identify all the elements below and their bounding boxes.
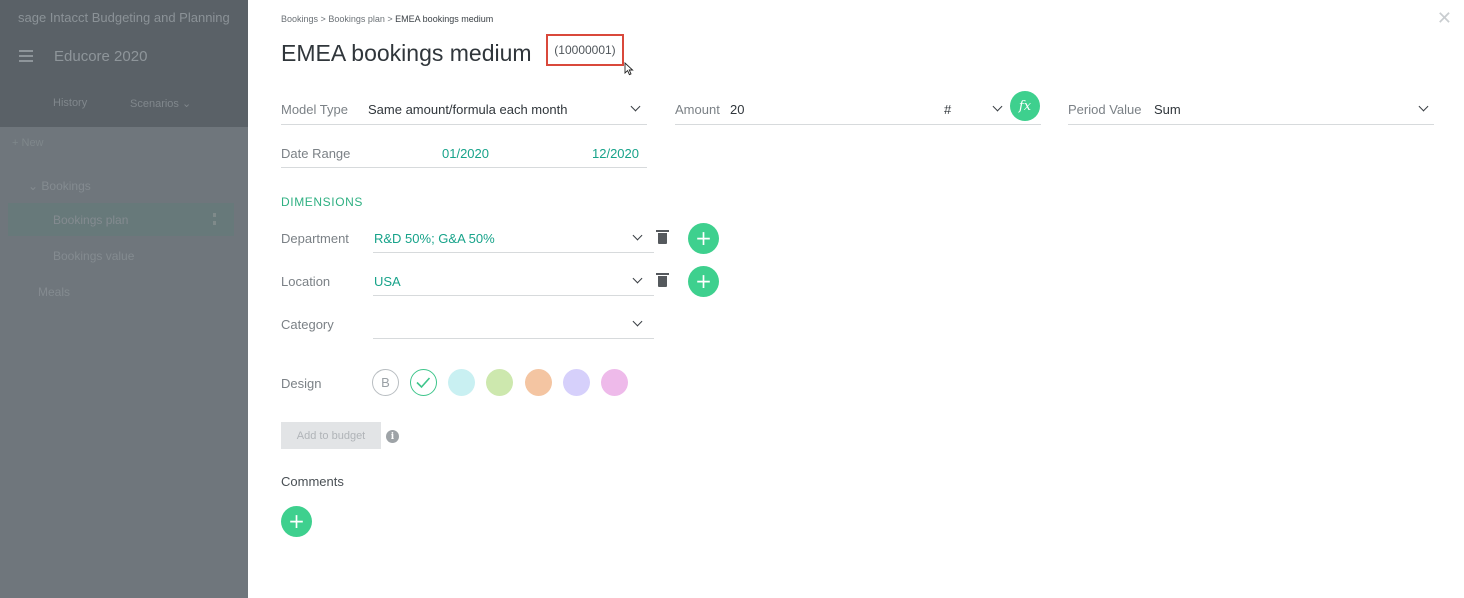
checkmark-icon xyxy=(416,377,431,389)
date-from-input[interactable]: 01/2020 xyxy=(442,146,489,161)
breadcrumb: Bookings > Bookings plan > EMEA bookings… xyxy=(281,14,493,24)
amount-field: Amount 20 # xyxy=(675,95,1041,125)
tree-item-bookings-value[interactable]: Bookings value xyxy=(53,249,134,263)
dimensions-heading: DIMENSIONS xyxy=(281,195,364,209)
chevron-down-icon xyxy=(632,316,643,327)
department-label: Department xyxy=(281,231,349,246)
delete-location-icon[interactable] xyxy=(656,273,669,287)
location-label: Location xyxy=(281,274,331,289)
tree-item-meals[interactable]: Meals xyxy=(38,285,70,299)
model-type-label: Model Type xyxy=(281,102,348,117)
category-label: Category xyxy=(281,317,334,332)
breadcrumb-item[interactable]: Bookings plan xyxy=(328,14,385,24)
unit-select[interactable]: # xyxy=(944,102,951,117)
design-label: Design xyxy=(281,376,322,391)
tree-item-label: Bookings plan xyxy=(53,213,129,227)
add-department-button[interactable]: + xyxy=(688,223,719,254)
app-title: Educore 2020 xyxy=(54,48,148,65)
design-swatch-green[interactable] xyxy=(486,369,513,396)
scenarios-label: Scenarios xyxy=(130,98,179,110)
close-icon[interactable]: ✕ xyxy=(1437,8,1452,29)
add-comment-button[interactable]: + xyxy=(281,506,312,537)
add-to-budget-button[interactable]: Add to budget xyxy=(281,422,381,449)
model-type-select[interactable]: Model Type Same amount/formula each mont… xyxy=(281,95,647,125)
caret-down-icon: ⌄ xyxy=(28,179,42,193)
plus-icon: + xyxy=(12,137,19,149)
breadcrumb-separator: > xyxy=(320,14,326,24)
period-value-select[interactable]: Period Value Sum xyxy=(1068,95,1434,125)
info-icon[interactable]: i xyxy=(386,430,399,443)
chevron-down-icon xyxy=(632,230,643,241)
function-icon: fx xyxy=(1018,98,1032,114)
chevron-down-icon xyxy=(632,273,643,284)
scenarios-menu[interactable]: Scenarios ⌄ xyxy=(130,97,191,110)
period-value-value: Sum xyxy=(1154,102,1181,117)
category-select[interactable] xyxy=(373,309,654,339)
location-select[interactable]: USA xyxy=(373,266,654,296)
department-select[interactable]: R&D 50%; G&A 50% xyxy=(373,223,654,253)
design-swatch-default-selected[interactable] xyxy=(410,369,437,396)
design-swatch-pink[interactable] xyxy=(601,369,628,396)
new-item-label: New xyxy=(21,137,44,149)
design-swatch-cyan[interactable] xyxy=(448,369,475,396)
chevron-down-icon xyxy=(630,101,641,112)
date-to-input[interactable]: 12/2020 xyxy=(592,146,639,161)
hamburger-menu-icon[interactable] xyxy=(19,50,33,62)
more-options-icon[interactable] xyxy=(213,213,216,225)
item-id: (10000001) xyxy=(554,43,616,57)
amount-label: Amount xyxy=(675,102,720,117)
mouse-pointer-icon xyxy=(624,62,634,76)
new-item-button[interactable]: + New xyxy=(12,137,44,149)
formula-button[interactable]: fx xyxy=(1010,91,1040,121)
period-value-label: Period Value xyxy=(1068,102,1142,117)
chevron-down-icon[interactable] xyxy=(992,101,1003,112)
item-id-badge: (10000001) xyxy=(546,34,624,66)
tree-item-bookings-plan[interactable]: Bookings plan xyxy=(8,203,234,236)
breadcrumb-separator: > xyxy=(387,14,393,24)
history-menu[interactable]: History xyxy=(53,97,87,109)
comments-label: Comments xyxy=(281,474,344,489)
date-range-label: Date Range xyxy=(281,146,351,161)
tree-item-bookings[interactable]: ⌄ Bookings xyxy=(28,179,91,193)
tree-item-label: Bookings xyxy=(41,179,91,193)
breadcrumb-current: EMEA bookings medium xyxy=(395,14,494,24)
date-range-field: Date Range 01/2020 12/2020 xyxy=(281,138,647,168)
design-swatch-bold[interactable]: B xyxy=(372,369,399,396)
design-swatch-purple[interactable] xyxy=(563,369,590,396)
breadcrumb-item[interactable]: Bookings xyxy=(281,14,318,24)
item-detail-panel: ✕ Bookings > Bookings plan > EMEA bookin… xyxy=(248,0,1464,598)
page-title: EMEA bookings medium xyxy=(281,40,532,66)
delete-department-icon[interactable] xyxy=(656,230,669,244)
department-value: R&D 50%; G&A 50% xyxy=(374,231,495,246)
app-background: sage Intacct Budgeting and Planning Educ… xyxy=(0,0,248,598)
app-brand: sage Intacct Budgeting and Planning xyxy=(18,10,230,25)
amount-input[interactable]: 20 xyxy=(730,102,744,117)
add-location-button[interactable]: + xyxy=(688,266,719,297)
model-type-value: Same amount/formula each month xyxy=(368,102,568,117)
chevron-down-icon xyxy=(1418,101,1429,112)
design-swatch-orange[interactable] xyxy=(525,369,552,396)
location-value: USA xyxy=(374,274,401,289)
chevron-down-icon: ⌄ xyxy=(181,98,192,110)
